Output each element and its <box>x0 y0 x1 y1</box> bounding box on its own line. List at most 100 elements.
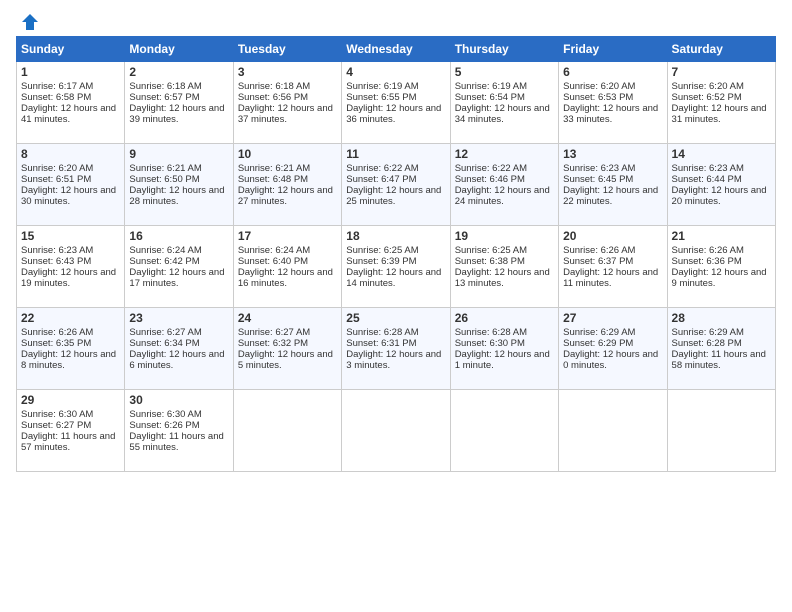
day-number: 9 <box>129 147 228 161</box>
day-info-line: Daylight: 12 hours and 20 minutes. <box>672 185 767 207</box>
calendar-cell: 19Sunrise: 6:25 AMSunset: 6:38 PMDayligh… <box>450 226 558 308</box>
calendar-cell: 30Sunrise: 6:30 AMSunset: 6:26 PMDayligh… <box>125 390 233 472</box>
day-info-line: Daylight: 12 hours and 16 minutes. <box>238 267 333 289</box>
day-number: 1 <box>21 65 120 79</box>
day-info-line: Sunset: 6:38 PM <box>455 256 525 267</box>
calendar-cell: 17Sunrise: 6:24 AMSunset: 6:40 PMDayligh… <box>233 226 341 308</box>
day-header-sunday: Sunday <box>17 37 125 62</box>
day-info-line: Sunrise: 6:26 AM <box>21 327 93 338</box>
calendar-cell: 7Sunrise: 6:20 AMSunset: 6:52 PMDaylight… <box>667 62 775 144</box>
calendar-cell: 9Sunrise: 6:21 AMSunset: 6:50 PMDaylight… <box>125 144 233 226</box>
calendar-cell: 12Sunrise: 6:22 AMSunset: 6:46 PMDayligh… <box>450 144 558 226</box>
day-info-line: Sunrise: 6:22 AM <box>346 163 418 174</box>
day-info-line: Sunset: 6:57 PM <box>129 92 199 103</box>
calendar-header-row: SundayMondayTuesdayWednesdayThursdayFrid… <box>17 37 776 62</box>
day-info-line: Sunset: 6:48 PM <box>238 174 308 185</box>
day-info-line: Sunset: 6:52 PM <box>672 92 742 103</box>
calendar-cell: 16 Sunrise: 6:24 AMSunset: 6:42 PMDayligh… <box>125 226 233 308</box>
day-header-saturday: Saturday <box>667 37 775 62</box>
day-info-line: Sunrise: 6:29 AM <box>672 327 744 338</box>
calendar-week-3: 15Sunrise: 6:23 AMSunset: 6:43 PMDayligh… <box>17 226 776 308</box>
day-info-line: Sunset: 6:45 PM <box>563 174 633 185</box>
day-header-monday: Monday <box>125 37 233 62</box>
day-number: 19 <box>455 229 554 243</box>
day-info-line: Daylight: 12 hours and 39 minutes. <box>129 103 224 125</box>
day-number: 4 <box>346 65 445 79</box>
day-info-line: Sunrise: 6:23 AM <box>21 245 93 256</box>
main-container: SundayMondayTuesdayWednesdayThursdayFrid… <box>0 0 792 480</box>
day-header-tuesday: Tuesday <box>233 37 341 62</box>
day-info-line: Sunset: 6:26 PM <box>129 420 199 431</box>
day-info-line: Sunset: 6:58 PM <box>21 92 91 103</box>
calendar-cell: 13Sunrise: 6:23 AMSunset: 6:45 PMDayligh… <box>559 144 667 226</box>
logo <box>16 12 40 28</box>
calendar-cell: 5Sunrise: 6:19 AMSunset: 6:54 PMDaylight… <box>450 62 558 144</box>
day-info-line: Daylight: 12 hours and 28 minutes. <box>129 185 224 207</box>
calendar-cell: 18Sunrise: 6:25 AMSunset: 6:39 PMDayligh… <box>342 226 450 308</box>
calendar-cell <box>559 390 667 472</box>
calendar-cell: 8Sunrise: 6:20 AMSunset: 6:51 PMDaylight… <box>17 144 125 226</box>
day-number: 3 <box>238 65 337 79</box>
day-info-line: Sunset: 6:31 PM <box>346 338 416 349</box>
day-number: 25 <box>346 311 445 325</box>
day-number: 16 <box>129 229 228 243</box>
calendar-cell: 3Sunrise: 6:18 AMSunset: 6:56 PMDaylight… <box>233 62 341 144</box>
day-info-line: Sunset: 6:28 PM <box>672 338 742 349</box>
day-info-line: Sunset: 6:51 PM <box>21 174 91 185</box>
day-number: 18 <box>346 229 445 243</box>
day-number: 23 <box>129 311 228 325</box>
calendar-week-1: 1Sunrise: 6:17 AMSunset: 6:58 PMDaylight… <box>17 62 776 144</box>
day-info-line: Sunrise: 6:24 AM <box>129 245 201 256</box>
calendar-cell: 11Sunrise: 6:22 AMSunset: 6:47 PMDayligh… <box>342 144 450 226</box>
day-info-line: Daylight: 12 hours and 3 minutes. <box>346 349 441 371</box>
calendar-cell: 23Sunrise: 6:27 AMSunset: 6:34 PMDayligh… <box>125 308 233 390</box>
day-info-line: Sunset: 6:42 PM <box>129 256 199 267</box>
day-info-line: Daylight: 12 hours and 13 minutes. <box>455 267 550 289</box>
calendar-cell: 6Sunrise: 6:20 AMSunset: 6:53 PMDaylight… <box>559 62 667 144</box>
day-number: 8 <box>21 147 120 161</box>
day-number: 11 <box>346 147 445 161</box>
day-number: 10 <box>238 147 337 161</box>
calendar-cell: 2 Sunrise: 6:18 AMSunset: 6:57 PMDaylight… <box>125 62 233 144</box>
calendar-week-2: 8Sunrise: 6:20 AMSunset: 6:51 PMDaylight… <box>17 144 776 226</box>
day-info-line: Sunrise: 6:18 AM <box>129 81 201 92</box>
day-number: 30 <box>129 393 228 407</box>
day-info-line: Sunset: 6:37 PM <box>563 256 633 267</box>
calendar-cell: 29Sunrise: 6:30 AMSunset: 6:27 PMDayligh… <box>17 390 125 472</box>
day-info-line: Sunset: 6:36 PM <box>672 256 742 267</box>
day-info-line: Sunset: 6:44 PM <box>672 174 742 185</box>
day-info-line: Sunset: 6:54 PM <box>455 92 525 103</box>
day-info-line: Daylight: 12 hours and 24 minutes. <box>455 185 550 207</box>
calendar-cell: 21Sunrise: 6:26 AMSunset: 6:36 PMDayligh… <box>667 226 775 308</box>
calendar-cell: 15Sunrise: 6:23 AMSunset: 6:43 PMDayligh… <box>17 226 125 308</box>
day-number: 2 <box>129 65 228 79</box>
day-number: 20 <box>563 229 662 243</box>
day-info-line: Sunset: 6:56 PM <box>238 92 308 103</box>
day-info-line: Sunrise: 6:21 AM <box>129 163 201 174</box>
calendar-table: SundayMondayTuesdayWednesdayThursdayFrid… <box>16 36 776 472</box>
day-info-line: Sunset: 6:29 PM <box>563 338 633 349</box>
day-header-wednesday: Wednesday <box>342 37 450 62</box>
calendar-cell: 4Sunrise: 6:19 AMSunset: 6:55 PMDaylight… <box>342 62 450 144</box>
calendar-cell: 20Sunrise: 6:26 AMSunset: 6:37 PMDayligh… <box>559 226 667 308</box>
day-number: 29 <box>21 393 120 407</box>
calendar-cell <box>667 390 775 472</box>
day-info-line: Daylight: 12 hours and 0 minutes. <box>563 349 658 371</box>
day-info-line: Daylight: 12 hours and 6 minutes. <box>129 349 224 371</box>
day-number: 12 <box>455 147 554 161</box>
day-info-line: Sunrise: 6:23 AM <box>672 163 744 174</box>
day-info-line: Sunrise: 6:29 AM <box>563 327 635 338</box>
day-info-line: Daylight: 12 hours and 17 minutes. <box>129 267 224 289</box>
header <box>16 12 776 28</box>
day-header-thursday: Thursday <box>450 37 558 62</box>
calendar-cell: 1Sunrise: 6:17 AMSunset: 6:58 PMDaylight… <box>17 62 125 144</box>
calendar-cell: 14Sunrise: 6:23 AMSunset: 6:44 PMDayligh… <box>667 144 775 226</box>
day-info-line: Sunrise: 6:24 AM <box>238 245 310 256</box>
day-number: 26 <box>455 311 554 325</box>
day-info-line: Sunset: 6:55 PM <box>346 92 416 103</box>
day-info-line: Sunset: 6:43 PM <box>21 256 91 267</box>
day-info-line: Sunrise: 6:27 AM <box>129 327 201 338</box>
calendar-cell: 24Sunrise: 6:27 AMSunset: 6:32 PMDayligh… <box>233 308 341 390</box>
day-info-line: Daylight: 12 hours and 30 minutes. <box>21 185 116 207</box>
day-info-line: Daylight: 12 hours and 5 minutes. <box>238 349 333 371</box>
